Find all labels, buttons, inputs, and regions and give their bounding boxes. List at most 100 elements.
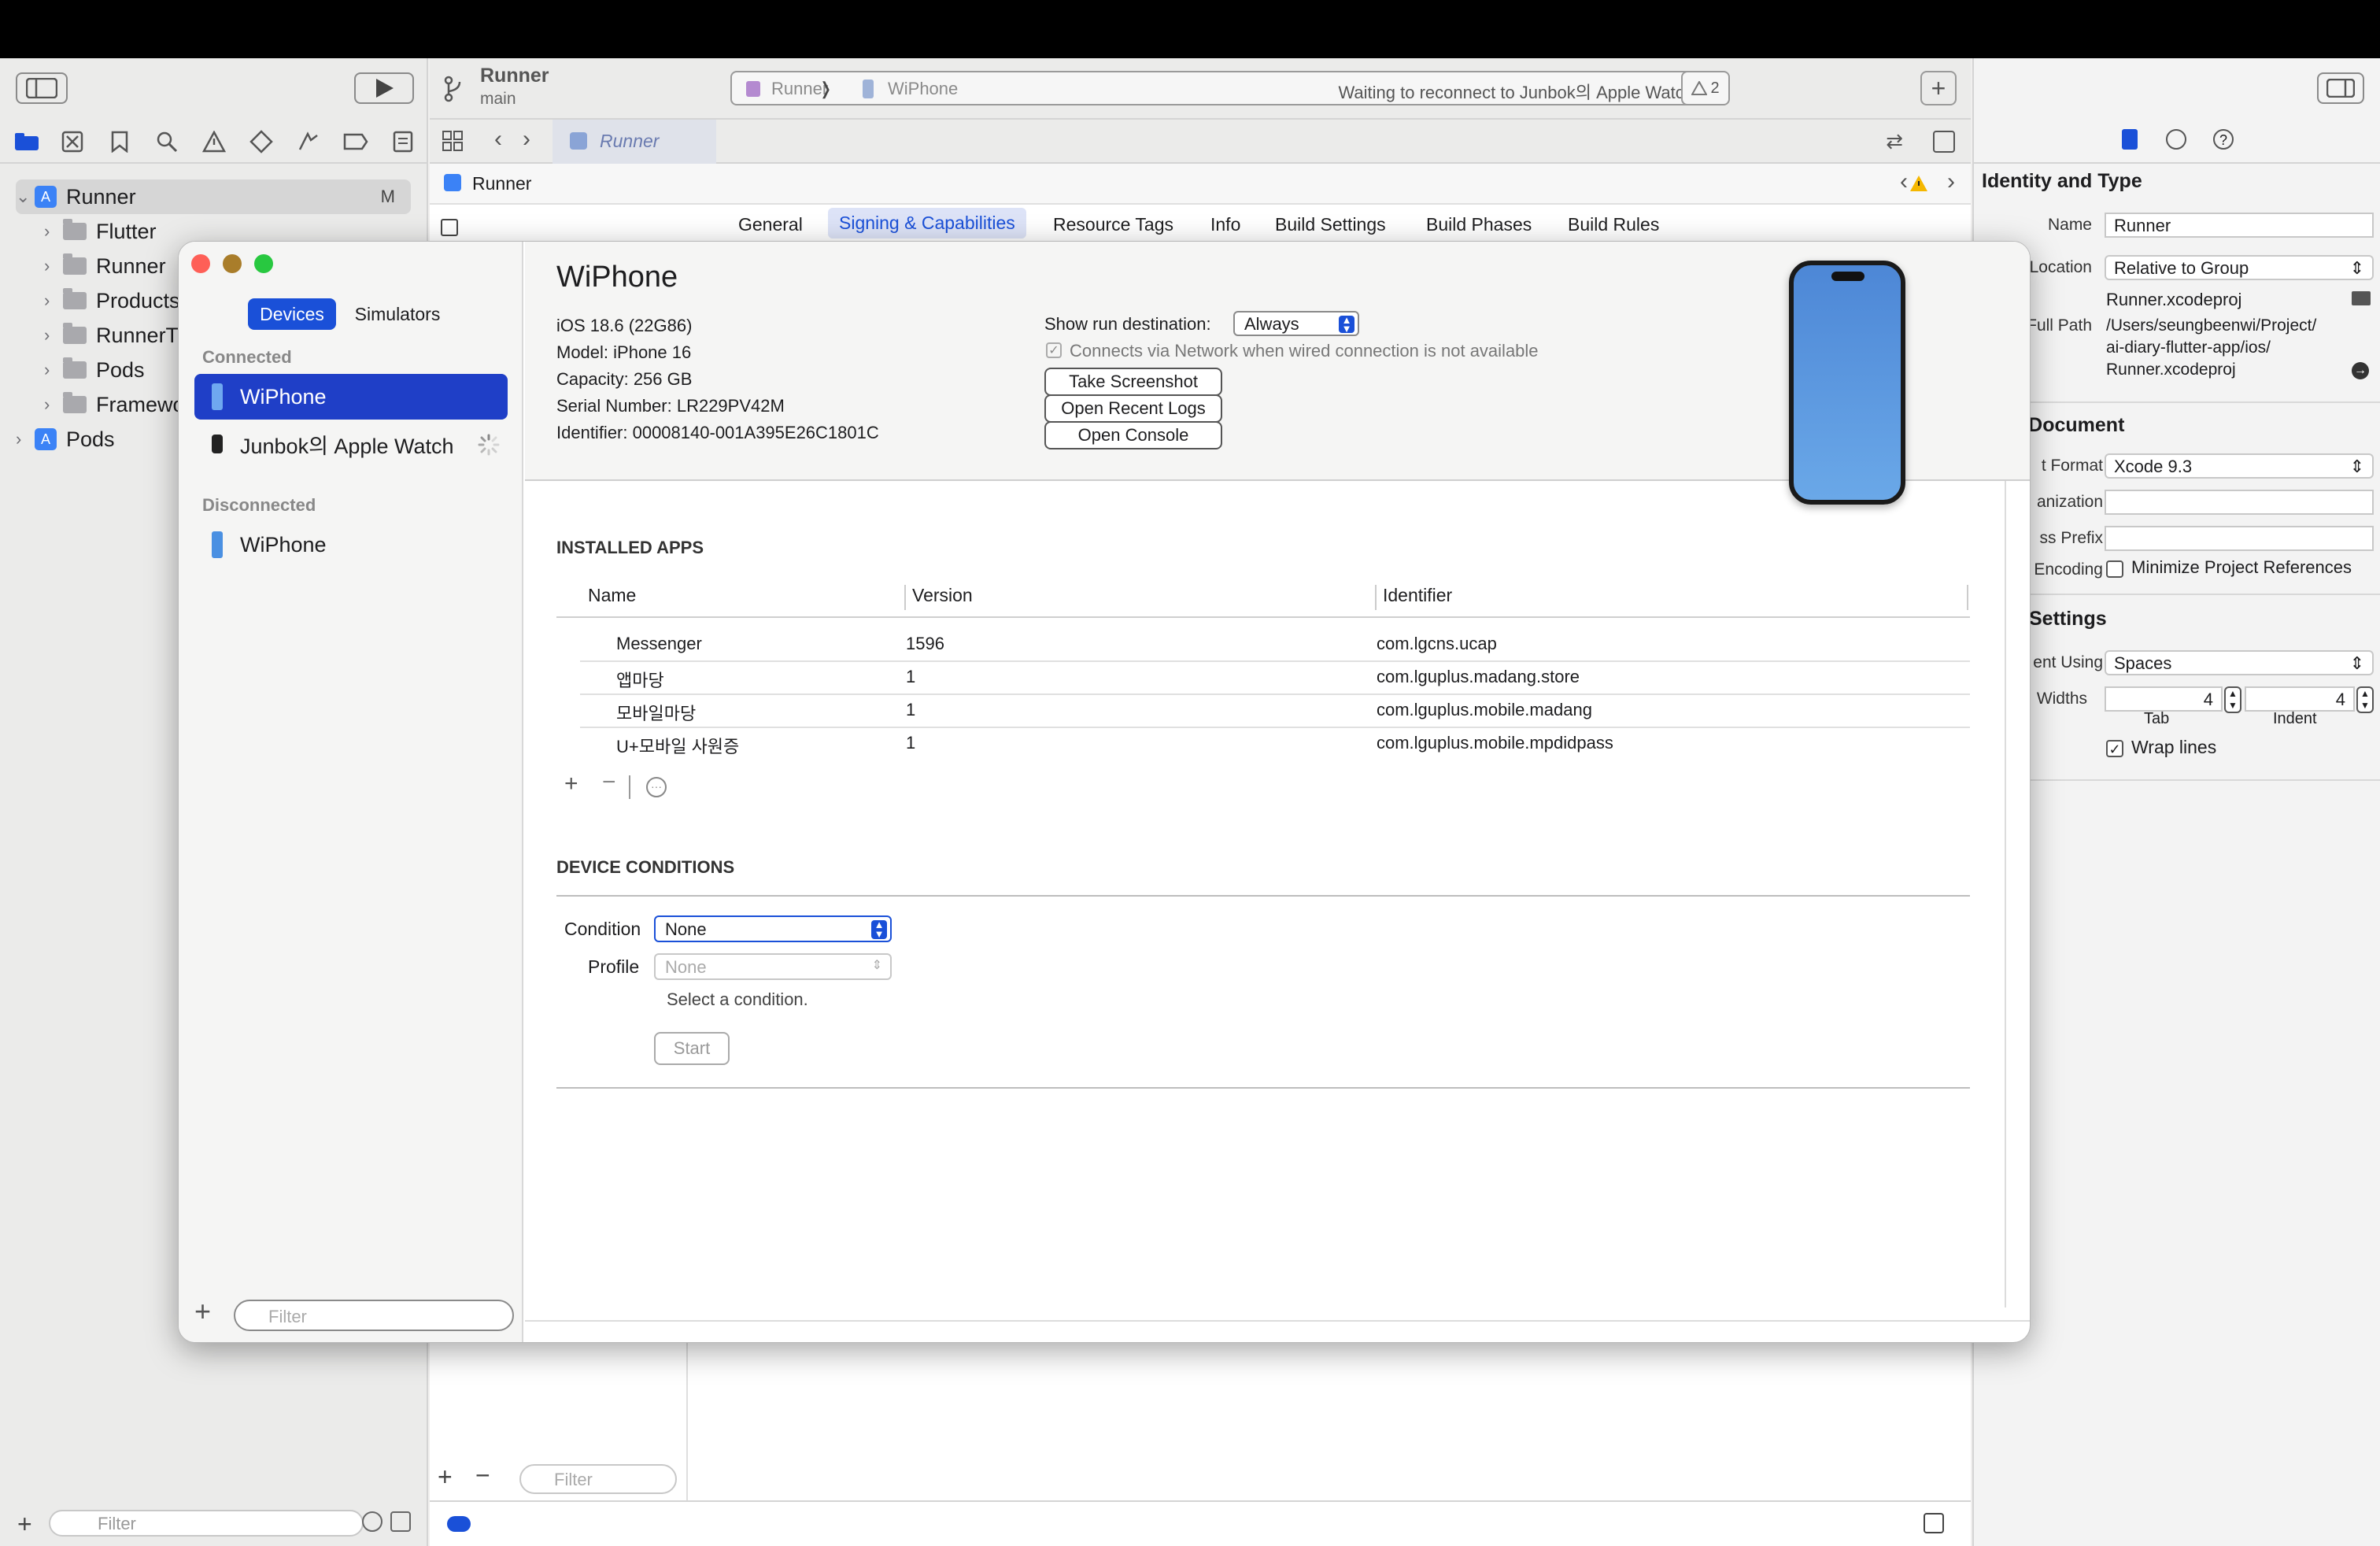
class-prefix-field[interactable] (2105, 526, 2374, 551)
tab-width-stepper[interactable]: ▲ ▼ (2224, 686, 2241, 713)
sidebar-toggle-icon[interactable] (16, 72, 68, 104)
remove-target-icon[interactable]: − (475, 1461, 490, 1490)
segment-devices[interactable]: Devices (248, 298, 336, 330)
chevron-down-icon[interactable]: ⌄ (16, 187, 35, 207)
source-control-icon[interactable] (57, 128, 88, 156)
take-screenshot-button[interactable]: Take Screenshot (1044, 368, 1222, 396)
segment-simulators[interactable]: Simulators (344, 298, 451, 330)
help-inspector-icon[interactable]: ? (2213, 129, 2234, 150)
navigator-filter-input[interactable]: Filter (49, 1510, 364, 1537)
chevron-right-icon[interactable]: › (44, 221, 63, 242)
search-icon[interactable] (151, 128, 183, 156)
debug-area-toggle-icon[interactable] (447, 1516, 471, 1532)
open-console-button[interactable]: Open Console (1044, 421, 1222, 449)
tree-item-runner-project[interactable]: ⌄ A Runner M (16, 179, 411, 214)
tree-item-frameworks[interactable]: › Framewo (44, 387, 185, 422)
chevron-right-icon[interactable]: › (16, 429, 35, 449)
breakpoint-icon[interactable] (340, 128, 371, 156)
minimize-window-button[interactable] (223, 254, 242, 273)
path-item-runner[interactable]: Runner (472, 173, 531, 194)
device-row-wiphone-disconnected[interactable]: WiPhone (194, 522, 508, 568)
warning-badge[interactable]: 2 (1681, 71, 1730, 105)
location-popup[interactable]: Relative to Group ⇕ (2105, 255, 2374, 280)
forward-chevron-icon[interactable]: › (523, 126, 530, 153)
device-row-wiphone-connected[interactable]: WiPhone (194, 374, 508, 420)
start-condition-button[interactable]: Start (654, 1032, 730, 1065)
history-inspector-icon[interactable] (2166, 129, 2186, 150)
activity-view[interactable]: Runner ❭ WiPhone Waiting to reconnect to… (730, 71, 1705, 105)
table-row[interactable]: Messenger 1596 com.lgcns.ucap (580, 627, 1970, 662)
next-issue-icon[interactable]: › (1947, 168, 1955, 195)
targets-filter-input[interactable]: Filter (519, 1464, 677, 1494)
test-diamond-icon[interactable] (246, 128, 277, 156)
tab-build-phases[interactable]: Build Phases (1426, 214, 1532, 235)
name-field[interactable]: Runner (2105, 213, 2374, 238)
prev-issue-icon[interactable]: ‹ (1900, 168, 1908, 195)
close-window-button[interactable] (191, 254, 210, 273)
file-inspector-icon[interactable] (2122, 129, 2138, 150)
tab-build-settings[interactable]: Build Settings (1275, 214, 1386, 235)
project-format-popup[interactable]: Xcode 9.3 ⇕ (2105, 453, 2374, 479)
tab-resource-tags[interactable]: Resource Tags (1053, 214, 1173, 235)
inspector-toggle-icon[interactable] (2317, 72, 2364, 104)
open-recent-logs-button[interactable]: Open Recent Logs (1044, 394, 1222, 423)
tree-item-runner[interactable]: › Runner (44, 249, 166, 283)
tree-item-flutter[interactable]: › Flutter (44, 214, 157, 249)
report-icon[interactable] (387, 128, 419, 156)
targets-sidebar-icon[interactable] (441, 219, 458, 236)
run-button[interactable] (354, 72, 414, 104)
chevron-right-icon[interactable]: › (44, 256, 63, 276)
table-row[interactable]: U+모바일 사원증 1 com.lguplus.mobile.mpdidpass (580, 727, 1970, 760)
chevron-right-icon[interactable]: › (44, 394, 63, 415)
debug-icon[interactable] (293, 128, 324, 156)
connect-via-network-checkbox[interactable]: ✓ (1046, 342, 1062, 358)
folder-reveal-icon[interactable] (2352, 291, 2371, 305)
column-version[interactable]: Version (912, 585, 973, 606)
tab-width-field[interactable]: 4 (2105, 686, 2223, 712)
swap-arrows-icon[interactable]: ⇄ (1886, 129, 1903, 153)
device-row-apple-watch[interactable]: Junbok의 Apple Watch (194, 421, 508, 467)
tab-general[interactable]: General (738, 214, 803, 235)
indent-using-popup[interactable]: Spaces ⇕ (2105, 650, 2374, 675)
recent-files-icon[interactable] (362, 1511, 382, 1532)
chevron-right-icon[interactable]: › (44, 290, 63, 311)
tree-item-products[interactable]: › Products (44, 283, 180, 318)
devices-filter-input[interactable]: Filter (234, 1300, 514, 1331)
more-actions-icon[interactable]: ··· (646, 777, 667, 797)
panel-toggle-icon[interactable] (1924, 1513, 1944, 1533)
tree-item-pods-group[interactable]: › Pods (44, 353, 145, 387)
add-editor-icon[interactable] (1933, 131, 1955, 153)
condition-popup[interactable]: None ▲ ▼ (654, 915, 892, 942)
tab-info[interactable]: Info (1210, 214, 1240, 235)
tab-signing-capabilities[interactable]: Signing & Capabilities (828, 208, 1026, 239)
zoom-window-button[interactable] (254, 254, 273, 273)
wrap-lines-checkbox[interactable]: ✓ (2106, 740, 2123, 757)
back-chevron-icon[interactable]: ‹ (494, 126, 502, 153)
show-run-destination-popup[interactable]: Always ▲ ▼ (1233, 311, 1359, 336)
column-identifier[interactable]: Identifier (1383, 585, 1452, 606)
indent-width-field[interactable]: 4 (2245, 686, 2355, 712)
folder-icon[interactable] (11, 128, 42, 156)
add-device-icon[interactable]: + (194, 1295, 211, 1328)
tree-item-pods-project[interactable]: › A Pods (16, 422, 115, 457)
chevron-right-icon[interactable]: › (44, 360, 63, 380)
breadcrumb-device[interactable]: WiPhone (888, 79, 958, 99)
related-items-grid-icon[interactable] (441, 129, 464, 153)
tree-item-runnertests[interactable]: › RunnerT (44, 318, 179, 353)
issue-warning-icon[interactable] (198, 128, 230, 156)
minimize-references-checkbox[interactable] (2106, 560, 2123, 578)
library-add-icon[interactable]: + (1920, 71, 1957, 105)
add-app-icon[interactable]: + (564, 771, 578, 797)
column-name[interactable]: Name (588, 585, 636, 606)
table-row[interactable]: 모바일마당 1 com.lguplus.mobile.madang (580, 693, 1970, 728)
indent-width-stepper[interactable]: ▲ ▼ (2356, 686, 2374, 713)
scheme-title[interactable]: Runner (480, 65, 549, 87)
tab-build-rules[interactable]: Build Rules (1568, 214, 1659, 235)
add-target-icon[interactable]: + (438, 1463, 453, 1492)
profile-popup[interactable]: None ⇕ (654, 953, 892, 980)
chevron-right-icon[interactable]: › (44, 325, 63, 346)
source-control-filter-icon[interactable] (390, 1511, 411, 1532)
bookmark-icon[interactable] (104, 128, 135, 156)
table-row[interactable]: 앱마당 1 com.lguplus.madang.store (580, 660, 1970, 695)
editor-tab-runner[interactable]: Runner (552, 120, 716, 164)
